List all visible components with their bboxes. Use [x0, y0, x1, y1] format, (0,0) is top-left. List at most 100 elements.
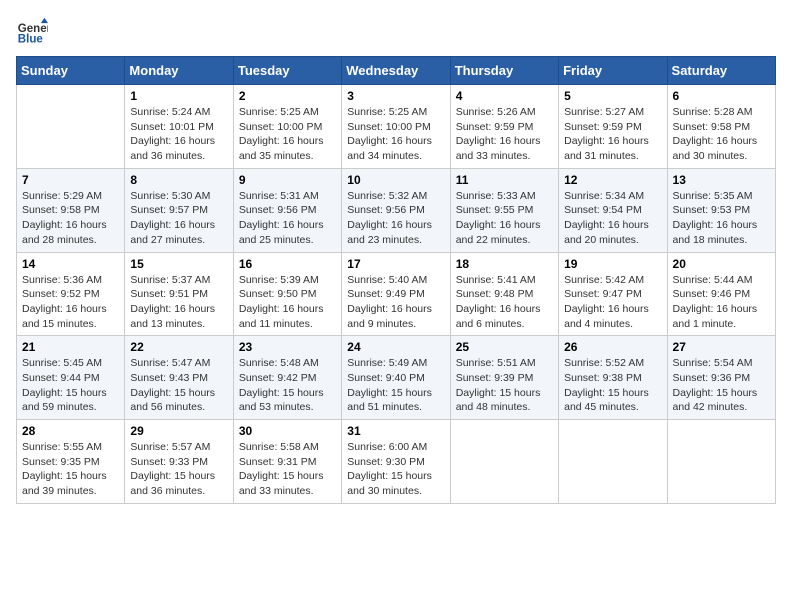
day-number: 17 — [347, 257, 444, 271]
day-number: 16 — [239, 257, 336, 271]
day-info: Sunrise: 5:55 AM Sunset: 9:35 PM Dayligh… — [22, 440, 119, 499]
calendar-cell: 14 Sunrise: 5:36 AM Sunset: 9:52 PM Dayli… — [17, 252, 125, 336]
day-info: Sunrise: 5:57 AM Sunset: 9:33 PM Dayligh… — [130, 440, 227, 499]
day-info: Sunrise: 5:25 AM Sunset: 10:00 PM Daylig… — [347, 105, 444, 164]
day-number: 22 — [130, 340, 227, 354]
day-number: 28 — [22, 424, 119, 438]
calendar-cell: 23Sunrise: 5:48 AM Sunset: 9:42 PM Dayli… — [233, 336, 341, 420]
logo-icon: General Blue — [16, 16, 48, 48]
logo: General Blue — [16, 16, 52, 48]
day-info: Sunrise: 5:27 AM Sunset: 9:59 PM Dayligh… — [564, 105, 661, 164]
calendar-cell: 1 Sunrise: 5:24 AM Sunset: 10:01 PM Dayli… — [125, 85, 233, 169]
week-row-3: 14 Sunrise: 5:36 AM Sunset: 9:52 PM Dayli… — [17, 252, 776, 336]
day-number: 11 — [456, 173, 553, 187]
day-number: 25 — [456, 340, 553, 354]
day-info: Sunrise: 5:41 AM Sunset: 9:48 PM Dayligh… — [456, 273, 553, 332]
day-number: 7 — [22, 173, 119, 187]
calendar-header: SundayMondayTuesdayWednesdayThursdayFrid… — [17, 57, 776, 85]
day-number: 15 — [130, 257, 227, 271]
day-info: Sunrise: 5:25 AM Sunset: 10:00 PM Daylig… — [239, 105, 336, 164]
calendar-cell: 8Sunrise: 5:30 AM Sunset: 9:57 PM Daylig… — [125, 168, 233, 252]
calendar-cell: 19 Sunrise: 5:42 AM Sunset: 9:47 PM Dayli… — [559, 252, 667, 336]
calendar-cell: 7 Sunrise: 5:29 AM Sunset: 9:58 PM Daylig… — [17, 168, 125, 252]
day-info: Sunrise: 5:37 AM Sunset: 9:51 PM Dayligh… — [130, 273, 227, 332]
calendar-cell: 4 Sunrise: 5:26 AM Sunset: 9:59 PM Daylig… — [450, 85, 558, 169]
calendar-cell: 16 Sunrise: 5:39 AM Sunset: 9:50 PM Dayli… — [233, 252, 341, 336]
calendar-cell: 2 Sunrise: 5:25 AM Sunset: 10:00 PM Dayli… — [233, 85, 341, 169]
calendar-cell: 29Sunrise: 5:57 AM Sunset: 9:33 PM Dayli… — [125, 420, 233, 504]
week-row-2: 7 Sunrise: 5:29 AM Sunset: 9:58 PM Daylig… — [17, 168, 776, 252]
calendar-cell: 20 Sunrise: 5:44 AM Sunset: 9:46 PM Dayli… — [667, 252, 775, 336]
header-thursday: Thursday — [450, 57, 558, 85]
day-number: 5 — [564, 89, 661, 103]
day-info: Sunrise: 5:51 AM Sunset: 9:39 PM Dayligh… — [456, 356, 553, 415]
day-info: Sunrise: 5:36 AM Sunset: 9:52 PM Dayligh… — [22, 273, 119, 332]
calendar-cell: 31 Sunrise: 6:00 AM Sunset: 9:30 PM Dayli… — [342, 420, 450, 504]
day-number: 23 — [239, 340, 336, 354]
calendar-cell — [17, 85, 125, 169]
calendar-cell: 10Sunrise: 5:32 AM Sunset: 9:56 PM Dayli… — [342, 168, 450, 252]
day-number: 31 — [347, 424, 444, 438]
day-info: Sunrise: 5:34 AM Sunset: 9:54 PM Dayligh… — [564, 189, 661, 248]
week-row-5: 28 Sunrise: 5:55 AM Sunset: 9:35 PM Dayli… — [17, 420, 776, 504]
calendar-cell: 9Sunrise: 5:31 AM Sunset: 9:56 PM Daylig… — [233, 168, 341, 252]
day-number: 19 — [564, 257, 661, 271]
calendar-cell: 27 Sunrise: 5:54 AM Sunset: 9:36 PM Dayli… — [667, 336, 775, 420]
calendar-body: 1 Sunrise: 5:24 AM Sunset: 10:01 PM Dayli… — [17, 85, 776, 504]
calendar-cell — [667, 420, 775, 504]
day-info: Sunrise: 5:30 AM Sunset: 9:57 PM Dayligh… — [130, 189, 227, 248]
header-saturday: Saturday — [667, 57, 775, 85]
header-tuesday: Tuesday — [233, 57, 341, 85]
day-number: 27 — [673, 340, 770, 354]
day-info: Sunrise: 5:28 AM Sunset: 9:58 PM Dayligh… — [673, 105, 770, 164]
calendar-cell: 15 Sunrise: 5:37 AM Sunset: 9:51 PM Dayli… — [125, 252, 233, 336]
calendar-table: SundayMondayTuesdayWednesdayThursdayFrid… — [16, 56, 776, 504]
day-info: Sunrise: 6:00 AM Sunset: 9:30 PM Dayligh… — [347, 440, 444, 499]
day-number: 14 — [22, 257, 119, 271]
day-info: Sunrise: 5:24 AM Sunset: 10:01 PM Daylig… — [130, 105, 227, 164]
calendar-cell: 17Sunrise: 5:40 AM Sunset: 9:49 PM Dayli… — [342, 252, 450, 336]
day-info: Sunrise: 5:31 AM Sunset: 9:56 PM Dayligh… — [239, 189, 336, 248]
week-row-1: 1 Sunrise: 5:24 AM Sunset: 10:01 PM Dayli… — [17, 85, 776, 169]
page-header: General Blue — [16, 16, 776, 48]
day-info: Sunrise: 5:49 AM Sunset: 9:40 PM Dayligh… — [347, 356, 444, 415]
day-info: Sunrise: 5:42 AM Sunset: 9:47 PM Dayligh… — [564, 273, 661, 332]
calendar-cell: 11 Sunrise: 5:33 AM Sunset: 9:55 PM Dayli… — [450, 168, 558, 252]
calendar-cell: 21Sunrise: 5:45 AM Sunset: 9:44 PM Dayli… — [17, 336, 125, 420]
header-row: SundayMondayTuesdayWednesdayThursdayFrid… — [17, 57, 776, 85]
day-info: Sunrise: 5:39 AM Sunset: 9:50 PM Dayligh… — [239, 273, 336, 332]
header-wednesday: Wednesday — [342, 57, 450, 85]
day-info: Sunrise: 5:52 AM Sunset: 9:38 PM Dayligh… — [564, 356, 661, 415]
calendar-cell: 3 Sunrise: 5:25 AM Sunset: 10:00 PM Dayli… — [342, 85, 450, 169]
day-info: Sunrise: 5:26 AM Sunset: 9:59 PM Dayligh… — [456, 105, 553, 164]
header-friday: Friday — [559, 57, 667, 85]
day-info: Sunrise: 5:47 AM Sunset: 9:43 PM Dayligh… — [130, 356, 227, 415]
day-number: 13 — [673, 173, 770, 187]
calendar-cell: 26 Sunrise: 5:52 AM Sunset: 9:38 PM Dayli… — [559, 336, 667, 420]
day-number: 1 — [130, 89, 227, 103]
calendar-cell: 12 Sunrise: 5:34 AM Sunset: 9:54 PM Dayli… — [559, 168, 667, 252]
week-row-4: 21Sunrise: 5:45 AM Sunset: 9:44 PM Dayli… — [17, 336, 776, 420]
day-number: 26 — [564, 340, 661, 354]
day-info: Sunrise: 5:33 AM Sunset: 9:55 PM Dayligh… — [456, 189, 553, 248]
day-info: Sunrise: 5:58 AM Sunset: 9:31 PM Dayligh… — [239, 440, 336, 499]
day-number: 2 — [239, 89, 336, 103]
day-info: Sunrise: 5:29 AM Sunset: 9:58 PM Dayligh… — [22, 189, 119, 248]
day-number: 18 — [456, 257, 553, 271]
svg-text:Blue: Blue — [18, 34, 44, 46]
day-number: 30 — [239, 424, 336, 438]
day-number: 12 — [564, 173, 661, 187]
day-info: Sunrise: 5:44 AM Sunset: 9:46 PM Dayligh… — [673, 273, 770, 332]
calendar-cell: 30 Sunrise: 5:58 AM Sunset: 9:31 PM Dayli… — [233, 420, 341, 504]
calendar-cell: 13Sunrise: 5:35 AM Sunset: 9:53 PM Dayli… — [667, 168, 775, 252]
calendar-cell: 28 Sunrise: 5:55 AM Sunset: 9:35 PM Dayli… — [17, 420, 125, 504]
calendar-cell — [450, 420, 558, 504]
day-info: Sunrise: 5:45 AM Sunset: 9:44 PM Dayligh… — [22, 356, 119, 415]
day-info: Sunrise: 5:54 AM Sunset: 9:36 PM Dayligh… — [673, 356, 770, 415]
day-number: 3 — [347, 89, 444, 103]
day-number: 4 — [456, 89, 553, 103]
calendar-cell: 18 Sunrise: 5:41 AM Sunset: 9:48 PM Dayli… — [450, 252, 558, 336]
header-sunday: Sunday — [17, 57, 125, 85]
day-number: 10 — [347, 173, 444, 187]
day-number: 20 — [673, 257, 770, 271]
